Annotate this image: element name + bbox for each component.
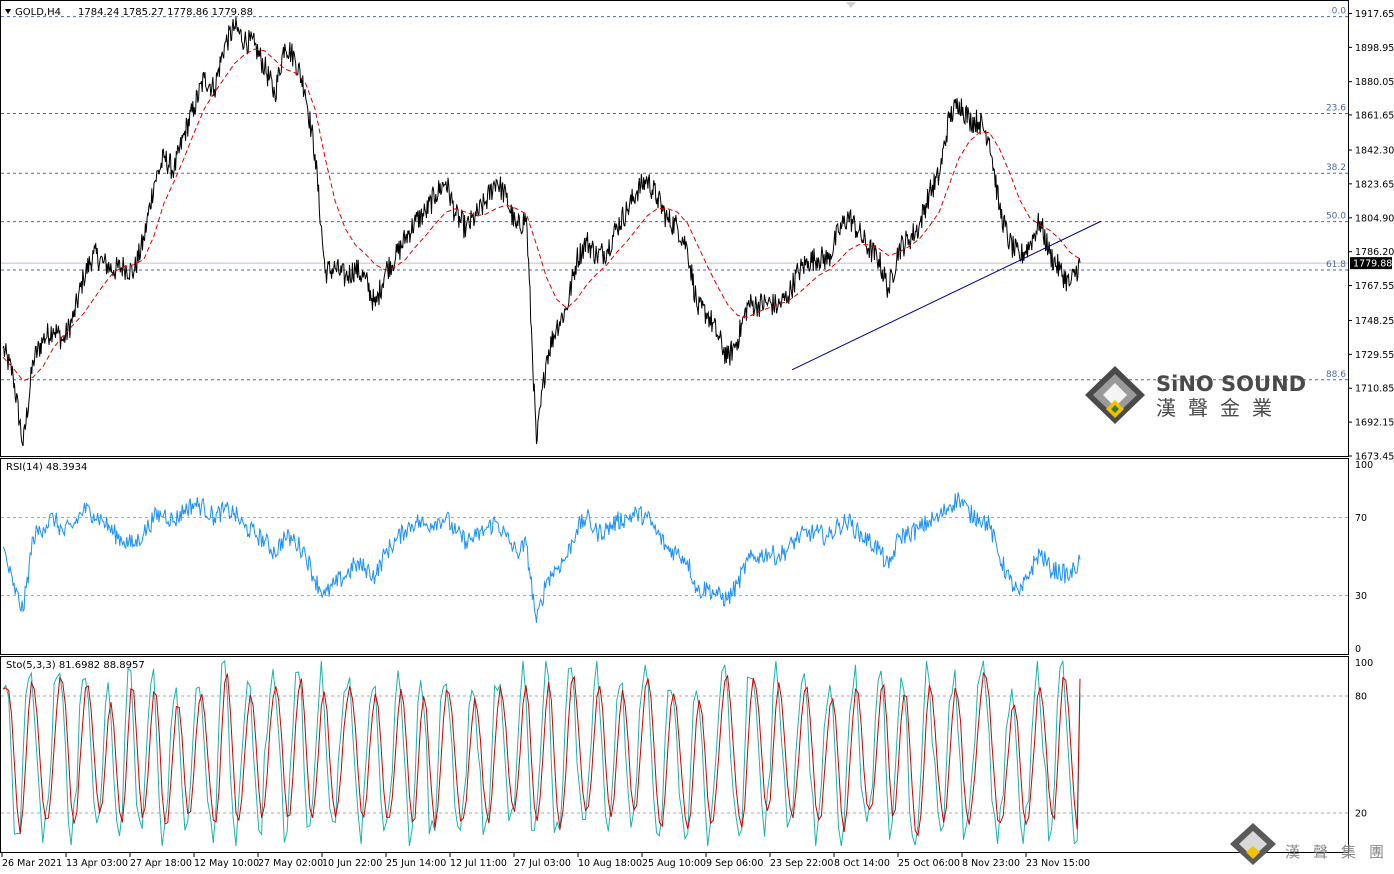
sino-sound-logo: SiNO SOUND 漢聲金業: [1085, 366, 1306, 424]
logo-cjk: 漢聲金業: [1156, 396, 1284, 420]
time-tick-label: 12 May 10:00: [194, 858, 259, 869]
price-tick-label: 1748.25: [1355, 316, 1394, 327]
time-tick-label: 8 Nov 23:00: [962, 858, 1020, 869]
price-tick-label: 1767.55: [1355, 281, 1394, 292]
time-tick-label: 9 Sep 06:00: [706, 858, 763, 869]
fib-level-label: 88.6: [1326, 370, 1346, 380]
rsi-label: RSI(14) 48.3934: [6, 462, 87, 473]
stoch-tick-label: 80: [1355, 692, 1367, 703]
stoch-label: Sto(5,3,3) 81.6982 88.8957: [6, 660, 145, 671]
stoch-panel[interactable]: [0, 656, 1349, 853]
current-price-label: 1779.88: [1353, 259, 1392, 270]
symbol-label: GOLD,H4: [15, 7, 61, 18]
rsi-tick-label: 30: [1355, 591, 1367, 602]
time-tick-label: 27 May 02:00: [258, 858, 323, 869]
time-tick-label: 12 Jul 11:00: [450, 858, 507, 869]
price-tick-label: 1729.55: [1355, 350, 1394, 361]
price-tick-label: 1710.85: [1355, 384, 1394, 395]
price-tick-label: 1898.95: [1355, 43, 1394, 54]
time-tick-label: 25 Aug 10:00: [642, 858, 706, 869]
time-tick-label: 23 Sep 22:00: [770, 858, 833, 869]
time-tick-label: 25 Jun 14:00: [386, 858, 446, 869]
price-tick-label: 1692.15: [1355, 418, 1394, 429]
fib-level-label: 50.0: [1326, 212, 1346, 222]
trading-chart[interactable]: 1917.65 1898.95 1880.05 1861.65 1842.30 1823.…: [0, 0, 1394, 870]
price-tick-label: 1917.65: [1355, 9, 1394, 20]
price-tick-label: 1804.90: [1355, 213, 1394, 224]
small-logo-cjk: 漢聲集團: [1285, 843, 1394, 861]
rsi-tick-label: 0: [1355, 644, 1361, 655]
time-tick-label: 26 Mar 2021: [2, 858, 62, 869]
price-tick-label: 1786.20: [1355, 247, 1394, 258]
fib-level-label: 38.2: [1326, 163, 1346, 173]
fib-level-label: 61.8: [1326, 260, 1346, 270]
price-tick-label: 1842.30: [1355, 146, 1394, 157]
fib-level-label: 0.0: [1332, 7, 1347, 17]
rsi-tick-label: 100: [1355, 460, 1373, 471]
price-tick-label: 1823.65: [1355, 179, 1394, 190]
time-tick-label: 8 Oct 14:00: [834, 858, 890, 869]
time-tick-label: 27 Jul 03:00: [514, 858, 571, 869]
rsi-panel[interactable]: [0, 458, 1349, 655]
time-tick-label: 10 Aug 18:00: [578, 858, 642, 869]
stoch-tick-label: 20: [1355, 809, 1367, 820]
price-tick-label: 1880.05: [1355, 77, 1394, 88]
logo-name: SiNO SOUND: [1156, 372, 1306, 396]
time-tick-label: 25 Oct 06:00: [898, 858, 960, 869]
price-tick-label: 1861.65: [1355, 110, 1394, 121]
fib-level-label: 23.6: [1326, 103, 1346, 113]
chart-root: 1917.65 1898.95 1880.05 1861.65 1842.30 1823.…: [0, 0, 1394, 870]
time-tick-label: 10 Jun 22:00: [322, 858, 382, 869]
ohlc-readout: 1784.24 1785.27 1778.86 1779.88: [78, 7, 253, 18]
time-tick-label: 13 Apr 03:00: [66, 858, 128, 869]
time-tick-label: 27 Apr 18:00: [130, 858, 192, 869]
rsi-tick-label: 70: [1355, 513, 1367, 524]
time-tick-label: 23 Nov 15:00: [1026, 858, 1090, 869]
stoch-tick-label: 100: [1355, 658, 1373, 669]
